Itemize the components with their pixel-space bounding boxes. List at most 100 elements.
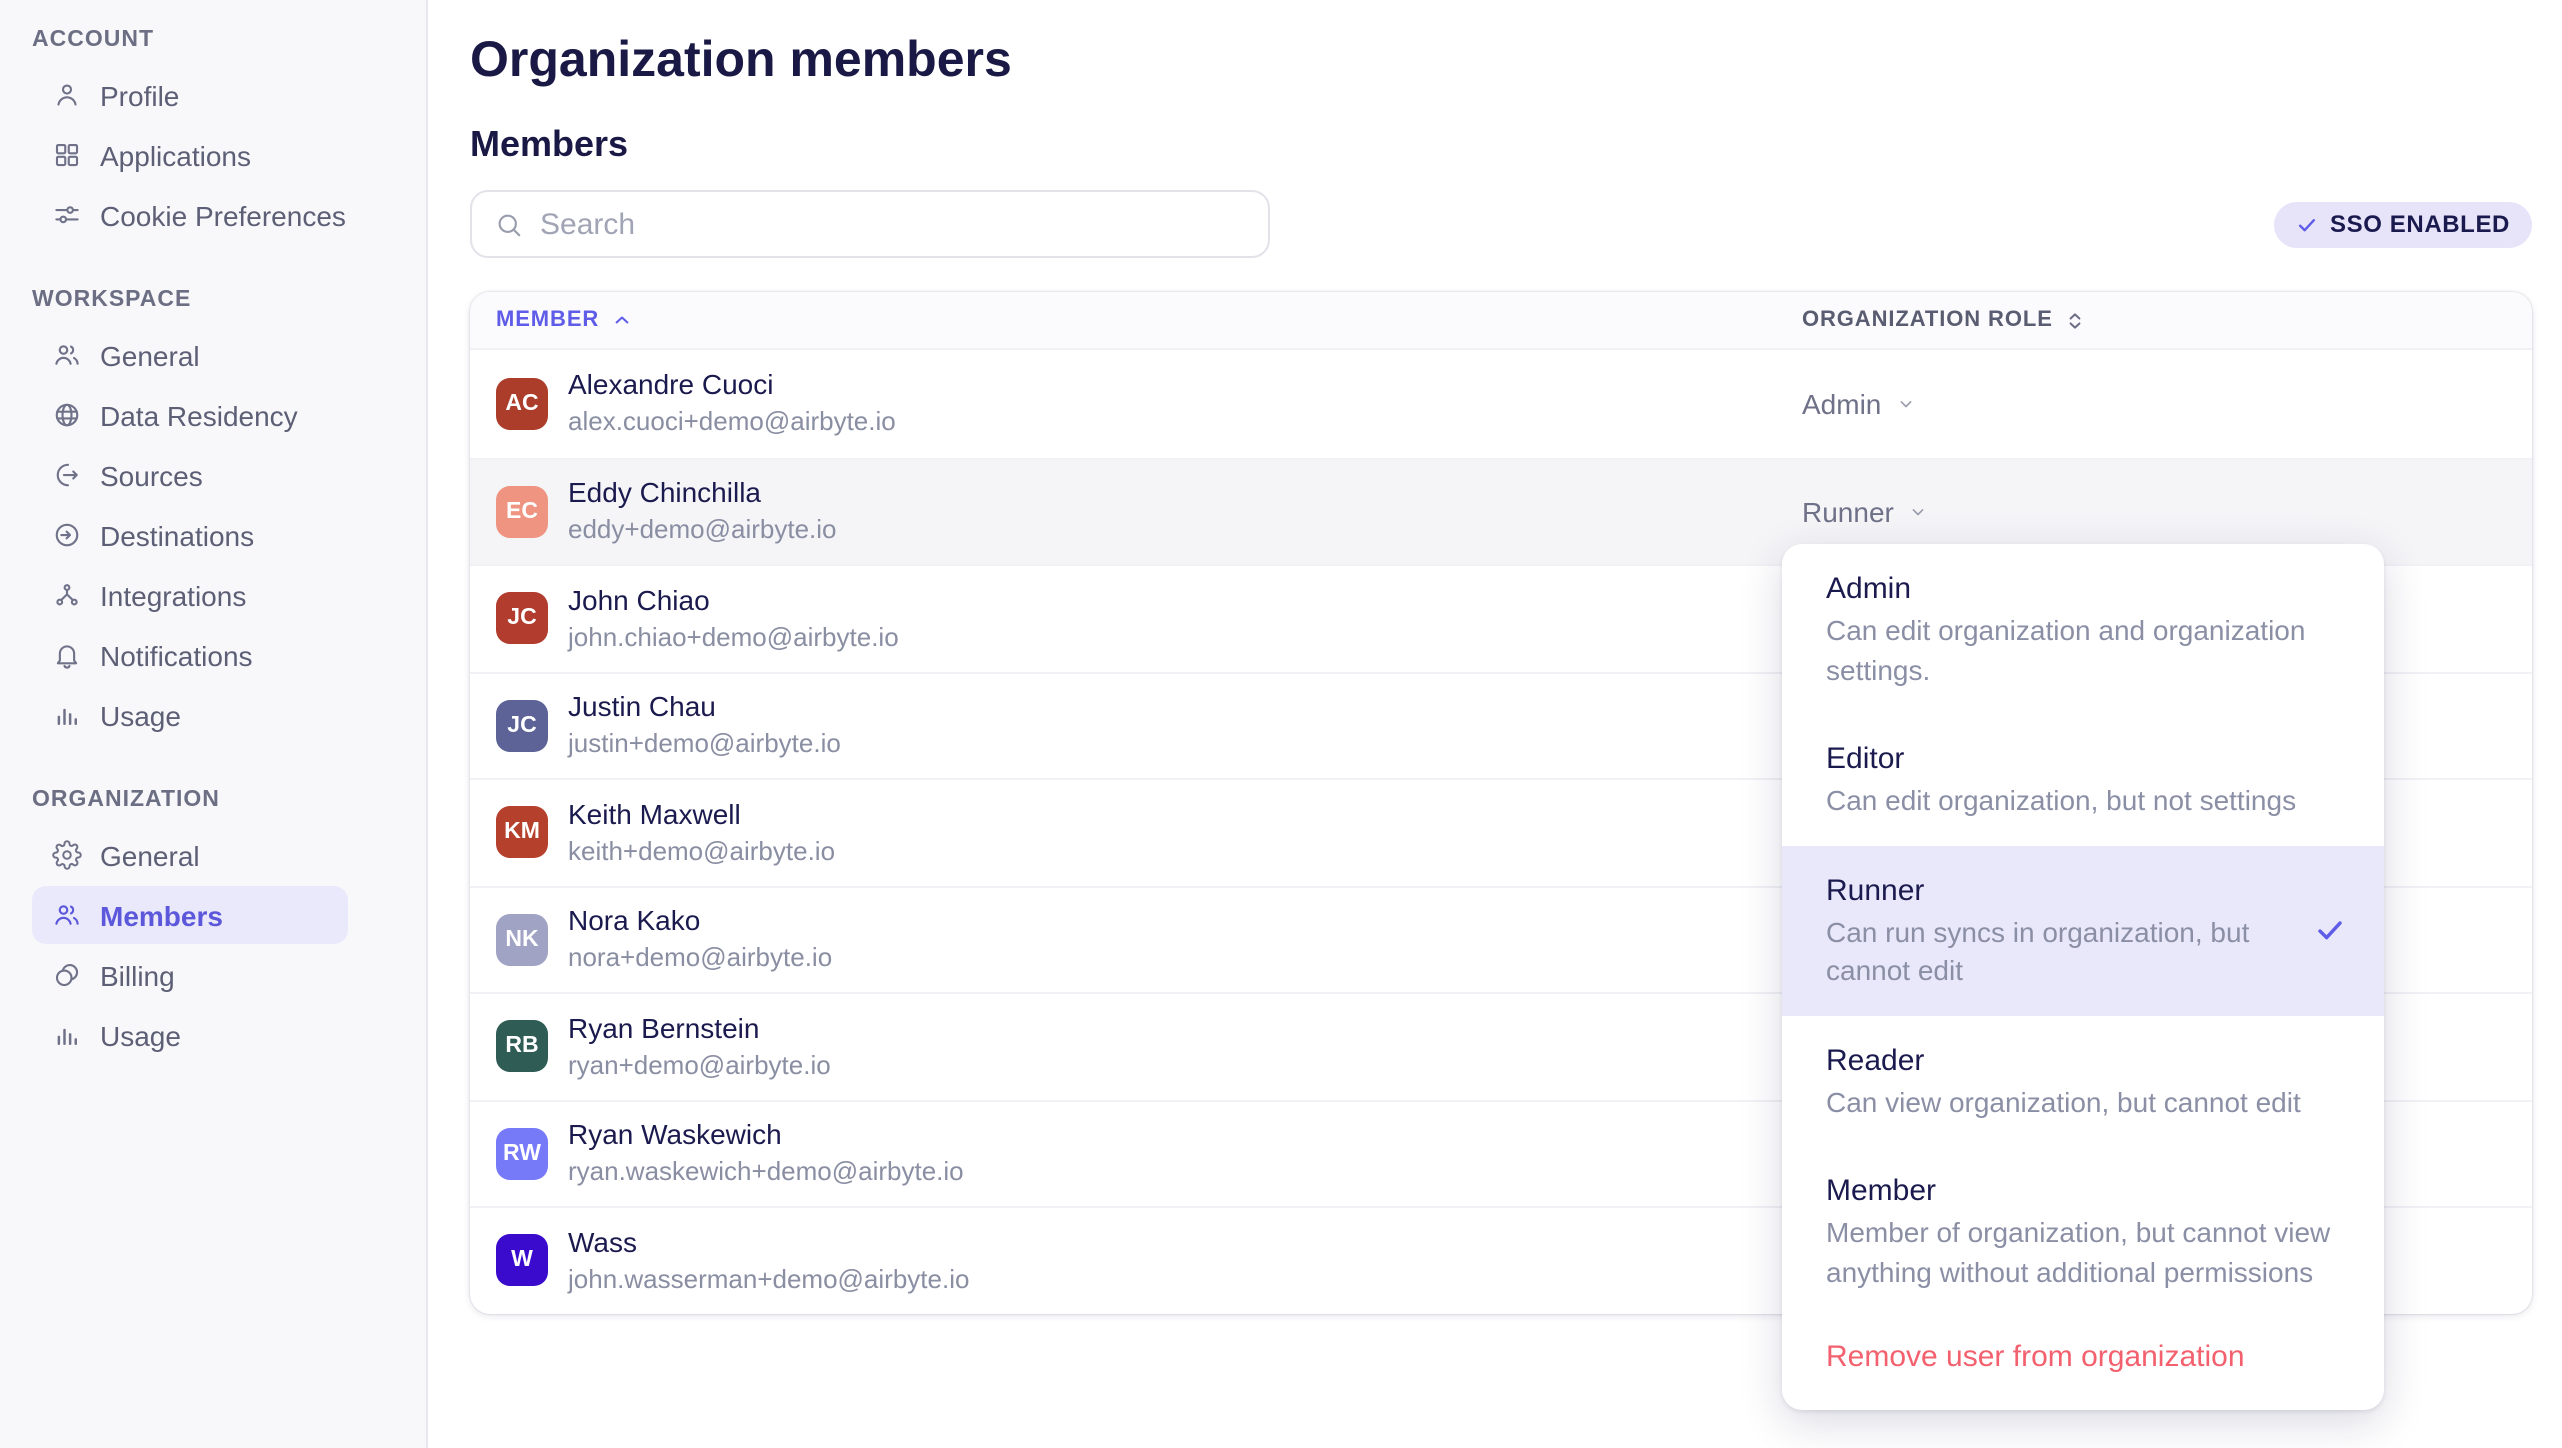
role-option-name: Reader [1826, 1039, 2340, 1081]
table-row[interactable]: AC Alexandre Cuocialex.cuoci+demo@airbyte… [470, 350, 2532, 457]
member-name: John Chiao [568, 584, 1802, 618]
coins-icon [52, 960, 82, 990]
member-identity: Nora Kakonora+demo@airbyte.io [568, 905, 1802, 975]
grid-icon [52, 140, 82, 170]
sidebar-item-label: Members [100, 899, 223, 931]
member-email: ryan+demo@airbyte.io [568, 1048, 1802, 1082]
app-window: ACCOUNT Profile Applications Cookie Prefere… [0, 0, 2562, 1448]
column-header-member[interactable]: MEMBER [496, 308, 1802, 332]
sidebar-item-destinations[interactable]: Destinations [32, 506, 348, 564]
role-dropdown-menu: AdminCan edit organization and organizat… [1782, 544, 2384, 1410]
sidebar-section-label: ACCOUNT [32, 28, 426, 52]
search-box[interactable] [470, 190, 1270, 258]
sidebar-item-usage[interactable]: Usage [32, 1006, 348, 1064]
member-name: Ryan Waskewich [568, 1119, 1802, 1153]
circle-arrow-out-icon [52, 460, 82, 490]
selected-check-icon [2314, 914, 2346, 946]
role-option-description: Can run syncs in organization, but canno… [1826, 913, 2340, 991]
role-option-name: Runner [1826, 869, 2340, 911]
sidebar-item-general[interactable]: General [32, 326, 348, 384]
avatar: AC [496, 378, 548, 430]
role-option-description: Can edit organization, but not settings [1826, 782, 2340, 821]
role-option-description: Can edit organization and organization s… [1826, 612, 2340, 690]
column-header-organization-role[interactable]: ORGANIZATION ROLE [1802, 308, 2506, 332]
globe-icon [52, 400, 82, 430]
sidebar-item-applications[interactable]: Applications [32, 126, 348, 184]
member-email: john.wasserman+demo@airbyte.io [568, 1262, 1802, 1296]
members-heading: Members [470, 122, 2532, 166]
role-select[interactable]: Runner [1802, 496, 2506, 528]
role-select[interactable]: Admin [1802, 388, 2506, 420]
bell-icon [52, 640, 82, 670]
role-option-description: Member of organization, but cannot view … [1826, 1214, 2340, 1292]
sidebar-item-label: Applications [100, 139, 251, 171]
member-email: ryan.waskewich+demo@airbyte.io [568, 1155, 1802, 1189]
role-option-admin[interactable]: AdminCan edit organization and organizat… [1782, 544, 2384, 714]
sidebar-section-label: WORKSPACE [32, 288, 426, 312]
member-identity: Justin Chaujustin+demo@airbyte.io [568, 691, 1802, 761]
users-icon [52, 340, 82, 370]
user-icon [52, 80, 82, 110]
sidebar-item-billing[interactable]: Billing [32, 946, 348, 1004]
role-option-reader[interactable]: ReaderCan view organization, but cannot … [1782, 1015, 2384, 1146]
users-icon [52, 900, 82, 930]
role-column-label: ORGANIZATION ROLE [1802, 308, 2053, 332]
sidebar-item-label: Usage [100, 1019, 181, 1051]
sidebar-item-general[interactable]: General [32, 826, 348, 884]
role-value: Admin [1802, 388, 1881, 420]
chevron-down-icon [1908, 502, 1928, 522]
avatar: JC [496, 593, 548, 645]
nodes-icon [52, 580, 82, 610]
sidebar-section-workspace: WORKSPACE General Data Residency Sources Des… [0, 288, 426, 744]
sidebar-item-label: Integrations [100, 579, 246, 611]
sidebar-section-organization: ORGANIZATIONGeneralMembersBillingUsage [0, 788, 426, 1064]
sidebar-item-label: Profile [100, 79, 179, 111]
sidebar-item-data-residency[interactable]: Data Residency [32, 386, 348, 444]
sidebar-item-members[interactable]: Members [32, 886, 348, 944]
role-option-member[interactable]: MemberMember of organization, but cannot… [1782, 1146, 2384, 1316]
page-title: Organization members [470, 32, 2532, 90]
remove-user-button[interactable]: Remove user from organization [1782, 1316, 2384, 1402]
member-identity: Wassjohn.wasserman+demo@airbyte.io [568, 1226, 1802, 1296]
gear-icon [52, 840, 82, 870]
member-email: keith+demo@airbyte.io [568, 834, 1802, 868]
bar-chart-icon [52, 700, 82, 730]
chevron-down-icon [1895, 394, 1915, 414]
avatar: NK [496, 914, 548, 966]
member-identity: Ryan Waskewichryan.waskewich+demo@airbyt… [568, 1119, 1802, 1189]
sidebar-item-integrations[interactable]: Integrations [32, 566, 348, 624]
check-icon [2296, 213, 2318, 235]
sort-ascending-icon [611, 310, 631, 330]
member-identity: Ryan Bernsteinryan+demo@airbyte.io [568, 1012, 1802, 1082]
bar-chart-icon [52, 1020, 82, 1050]
sidebar-item-cookie-preferences[interactable]: Cookie Preferences [32, 186, 348, 244]
member-name: Nora Kako [568, 905, 1802, 939]
sso-badge-label: SSO ENABLED [2330, 210, 2510, 238]
role-option-editor[interactable]: EditorCan edit organization, but not set… [1782, 714, 2384, 845]
role-option-runner[interactable]: RunnerCan run syncs in organization, but… [1782, 845, 2384, 1015]
search-icon [494, 209, 524, 239]
sidebar-item-usage[interactable]: Usage [32, 686, 348, 744]
member-name: Eddy Chinchilla [568, 477, 1802, 511]
avatar: EC [496, 486, 548, 538]
sidebar-item-label: Billing [100, 959, 175, 991]
member-email: john.chiao+demo@airbyte.io [568, 620, 1802, 654]
sidebar-item-label: Destinations [100, 519, 254, 551]
member-email: justin+demo@airbyte.io [568, 727, 1802, 761]
member-email: nora+demo@airbyte.io [568, 941, 1802, 975]
sidebar-item-label: Usage [100, 699, 181, 731]
avatar: RB [496, 1021, 548, 1073]
sso-enabled-badge: SSO ENABLED [2274, 201, 2532, 247]
settings-sidebar: ACCOUNT Profile Applications Cookie Prefere… [0, 0, 428, 1448]
member-name: Keith Maxwell [568, 798, 1802, 832]
sidebar-item-notifications[interactable]: Notifications [32, 626, 348, 684]
sidebar-item-profile[interactable]: Profile [32, 66, 348, 124]
member-identity: Eddy Chinchillaeddy+demo@airbyte.io [568, 477, 1802, 547]
member-identity: Alexandre Cuocialex.cuoci+demo@airbyte.i… [568, 369, 1802, 439]
member-identity: John Chiaojohn.chiao+demo@airbyte.io [568, 584, 1802, 654]
circle-arrow-in-icon [52, 520, 82, 550]
search-input[interactable] [540, 207, 1246, 241]
sidebar-item-label: Data Residency [100, 399, 298, 431]
sidebar-item-sources[interactable]: Sources [32, 446, 348, 504]
role-option-name: Admin [1826, 568, 2340, 610]
